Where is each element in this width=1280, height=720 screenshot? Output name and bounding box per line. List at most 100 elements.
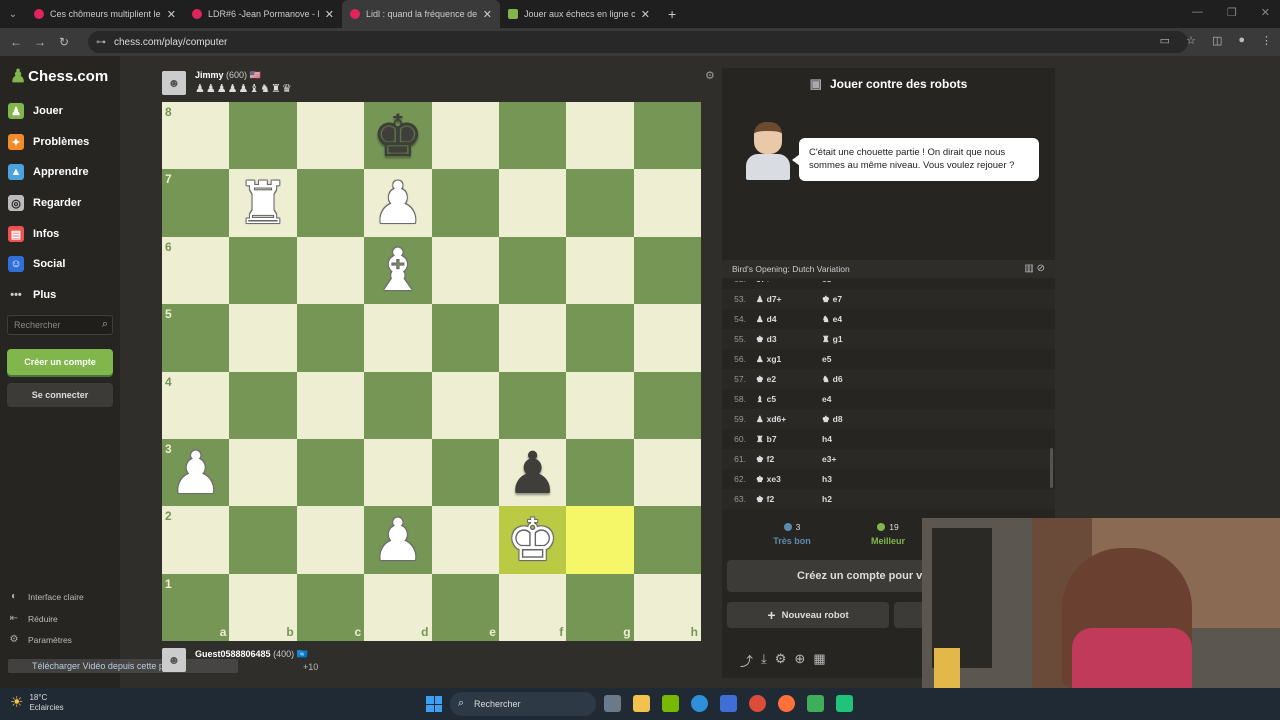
black-move[interactable]: e3+ (822, 454, 888, 464)
square-c5[interactable] (296, 304, 365, 372)
square-c3[interactable] (296, 438, 365, 507)
square-f3[interactable]: ♟ (498, 438, 567, 507)
white-move[interactable]: ♜ b7 (756, 434, 822, 445)
back-icon[interactable]: ← (4, 35, 28, 49)
sidebar-item-infos[interactable]: ▤ Infos (8, 226, 59, 242)
square-c4[interactable] (296, 371, 365, 439)
kebab-menu-icon[interactable]: ⋮ (1261, 34, 1272, 47)
square-e5[interactable] (431, 304, 499, 372)
white-move[interactable]: c7+ (756, 281, 822, 284)
chess-piece[interactable]: ♟ (372, 174, 424, 232)
black-move[interactable]: h2 (822, 494, 888, 504)
stat-best[interactable]: 19 Meilleur (858, 522, 918, 546)
avatar[interactable]: ☻ (162, 648, 186, 672)
square-e8[interactable] (431, 102, 499, 170)
square-g7[interactable] (566, 169, 634, 237)
square-g3[interactable] (566, 438, 634, 507)
square-f1[interactable]: f (498, 573, 567, 641)
black-move[interactable]: h3 (822, 474, 888, 484)
close-tab-icon[interactable]: ✕ (483, 8, 492, 21)
square-h1[interactable]: h (633, 573, 701, 641)
square-a2[interactable]: 2 (162, 506, 230, 574)
forward-icon[interactable]: → (28, 35, 52, 49)
sidebar-item-apprendre[interactable]: ▲ Apprendre (8, 164, 89, 180)
square-g6[interactable] (566, 236, 634, 305)
square-d4[interactable] (364, 371, 432, 439)
sidebar-item-jouer[interactable]: ♟ Jouer (8, 103, 63, 119)
browser-tab-4[interactable]: Jouer aux échecs en ligne cont ✕ (500, 0, 658, 28)
chess-piece[interactable]: ♟ (170, 444, 222, 502)
square-e6[interactable] (431, 236, 499, 305)
light-mode-item[interactable]: ◐ Interface claire (8, 591, 84, 602)
new-tab-button[interactable]: + (668, 6, 676, 22)
black-move[interactable]: e5 (822, 354, 888, 364)
sidebar-item-problemes[interactable]: ✦ Problèmes (8, 134, 89, 150)
square-a1[interactable]: 1a (162, 573, 230, 641)
white-move[interactable]: ♟ d4 (756, 314, 822, 325)
black-move[interactable]: ♚ d8 (822, 414, 888, 425)
browser-tab-2[interactable]: LDR#6 -Jean Pormanove - Enqu ✕ (184, 0, 342, 28)
windows-start-icon[interactable] (426, 696, 442, 712)
chess-piece[interactable]: ♝ (372, 241, 424, 299)
square-b8[interactable] (229, 102, 297, 170)
square-e4[interactable] (431, 371, 499, 439)
square-c7[interactable] (296, 169, 365, 237)
settings-gear-icon[interactable]: ⚙ (775, 651, 787, 670)
download-icon[interactable]: ⤓ (761, 651, 767, 670)
black-move[interactable]: ♞ d6 (822, 374, 888, 385)
book-and-compass-icons[interactable]: ▥ ⊘ (1024, 263, 1045, 274)
taskbar-search[interactable]: ⌕ Rechercher (450, 692, 596, 716)
square-g8[interactable] (566, 102, 634, 170)
cast-icon[interactable]: ▭ (1160, 34, 1170, 47)
white-move[interactable]: ♚ d3 (756, 334, 822, 345)
settings-item[interactable]: ⚙ Paramètres (8, 634, 72, 645)
file-explorer-icon[interactable] (633, 695, 650, 712)
player-name[interactable]: Guest0588806485 (195, 649, 271, 659)
square-g5[interactable] (566, 304, 634, 372)
chess-piece[interactable]: ♚ (507, 511, 559, 569)
square-f7[interactable] (498, 169, 567, 237)
square-a6[interactable]: 6 (162, 236, 230, 305)
square-f6[interactable] (498, 236, 567, 305)
square-b2[interactable] (229, 506, 297, 574)
square-d5[interactable] (364, 304, 432, 372)
square-h6[interactable] (633, 236, 701, 305)
sidebar-item-social[interactable]: ☺ Social (8, 256, 65, 272)
black-move[interactable]: h4 (822, 434, 888, 444)
black-move[interactable]: ♚ e7 (822, 294, 888, 305)
close-window-icon[interactable]: ✕ (1261, 6, 1270, 19)
square-c6[interactable] (296, 236, 365, 305)
square-a7[interactable]: 7 (162, 169, 230, 237)
square-b6[interactable] (229, 236, 297, 305)
square-a4[interactable]: 4 (162, 371, 230, 439)
search-input[interactable]: Rechercher ⌕ (7, 315, 113, 335)
white-move[interactable]: ♚ xe3 (756, 474, 822, 485)
square-b1[interactable]: b (229, 573, 297, 641)
browser-tab-1[interactable]: Ces chômeurs multiplient les ca ✕ (26, 0, 184, 28)
nvidia-icon[interactable] (662, 695, 679, 712)
weather-widget[interactable]: ☀ 18°C Eclaircies (10, 693, 64, 713)
square-a8[interactable]: 8 (162, 102, 230, 170)
white-move[interactable]: ♝ c5 (756, 394, 822, 405)
firefox-icon[interactable] (778, 695, 795, 712)
white-move[interactable]: ♚ e2 (756, 374, 822, 385)
player-name[interactable]: Jimmy (195, 70, 224, 80)
chess-piece[interactable]: ♚ (372, 107, 424, 165)
site-info-icon[interactable]: ⊶ (96, 37, 106, 48)
new-bot-button[interactable]: + Nouveau robot (727, 602, 889, 628)
square-h3[interactable] (633, 438, 701, 507)
square-e3[interactable] (431, 438, 499, 507)
edge-icon[interactable] (691, 695, 708, 712)
login-button[interactable]: Se connecter (7, 383, 113, 407)
search-icon[interactable]: ⌕ (102, 318, 108, 331)
square-f5[interactable] (498, 304, 567, 372)
square-b3[interactable] (229, 438, 297, 507)
extensions-icon[interactable]: ◫ (1212, 34, 1222, 47)
collapse-item[interactable]: ⇤ Réduire (8, 613, 58, 624)
square-b5[interactable] (229, 304, 297, 372)
black-move[interactable]: e4 (822, 394, 888, 404)
task-view-icon[interactable] (604, 695, 621, 712)
square-g1[interactable]: g (566, 573, 634, 641)
opening-name[interactable]: Bird's Opening: Dutch Variation (732, 264, 850, 274)
sidebar-item-plus[interactable]: ••• Plus (8, 287, 56, 303)
